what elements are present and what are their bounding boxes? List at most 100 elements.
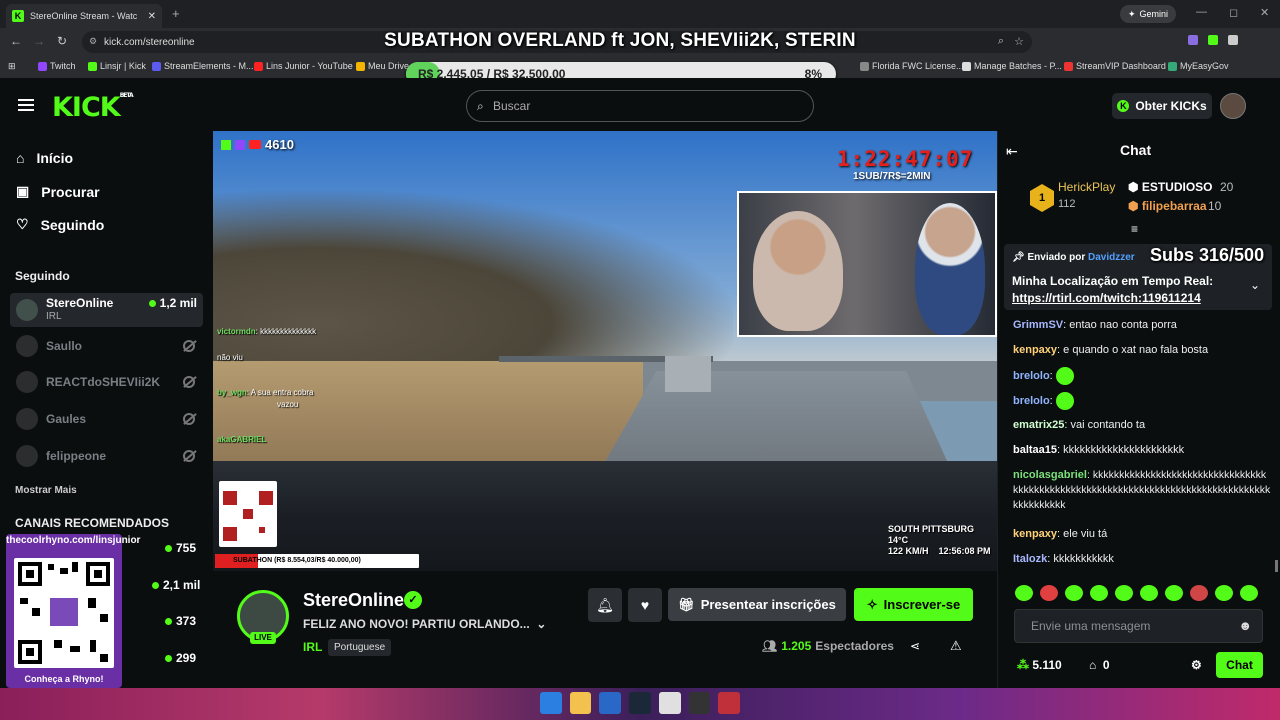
sidebar-channel-gaules[interactable]: Gaules: [10, 403, 203, 435]
windows-start-icon[interactable]: [540, 692, 562, 714]
expand-icon[interactable]: ≡: [1131, 222, 1138, 236]
window-close-icon[interactable]: ✕: [1260, 6, 1269, 19]
tab-title: StereOnline Stream - Watc: [30, 11, 138, 21]
chat-scrollbar[interactable]: [1275, 560, 1278, 572]
following-header: Seguindo: [15, 269, 70, 283]
send-chat-button[interactable]: Chat: [1216, 652, 1263, 678]
channel-points[interactable]: ⁂ 5.110: [1017, 658, 1062, 672]
bookmark-item[interactable]: Twitch: [38, 61, 76, 71]
leader-value: 112: [1058, 198, 1076, 210]
reload-icon[interactable]: ↻: [57, 34, 67, 48]
channel-name: StereOnline: [46, 296, 114, 310]
emote-icon[interactable]: [1065, 585, 1083, 601]
leader-entry[interactable]: ⬢ ESTUDIOSO: [1128, 180, 1213, 194]
show-more-link[interactable]: Mostrar Mais: [15, 485, 77, 496]
location-speed-time: 122 KM/H 12:56:08 PM: [888, 546, 991, 556]
video-player[interactable]: 4610 1:22:47:07 1SUB/7R$=2MIN victormdn:…: [213, 131, 997, 571]
sidebar-channel-saullo[interactable]: Saullo: [10, 330, 203, 362]
recommended-viewers[interactable]: 299: [165, 651, 196, 665]
emote-icon[interactable]: [1040, 585, 1058, 601]
get-kicks-button[interactable]: K Obter KICKs: [1112, 93, 1212, 119]
minimize-icon[interactable]: —: [1196, 6, 1207, 18]
browser-tab[interactable]: K StereOnline Stream - Watc ✕: [6, 4, 162, 28]
notification-bell-button[interactable]: 🔔︎: [588, 588, 622, 622]
steam-icon[interactable]: [629, 692, 651, 714]
maximize-icon[interactable]: ◻: [1229, 6, 1238, 19]
close-icon[interactable]: ✕: [148, 11, 156, 22]
multiplatform-viewers: 4610: [221, 137, 294, 152]
bookmark-item[interactable]: StreamVIP Dashboard: [1064, 61, 1166, 71]
nav-following[interactable]: ♡ Seguindo: [16, 216, 104, 233]
bookmark-item[interactable]: Manage Batches - P...: [962, 61, 1062, 71]
chrome-icon[interactable]: [658, 692, 681, 714]
forward-icon[interactable]: →: [33, 34, 45, 48]
sidebar-channel-felippeone[interactable]: felippeone: [10, 440, 203, 472]
nav-browse[interactable]: ▣ Procurar: [16, 183, 100, 200]
stream-language-tag[interactable]: Portuguese: [328, 639, 392, 656]
subscribe-button[interactable]: ✧ Inscrever-se: [854, 588, 973, 621]
emote-icon[interactable]: [1165, 585, 1183, 601]
channel-category: IRL: [46, 311, 62, 322]
obs-icon[interactable]: [688, 692, 711, 714]
extension-icons[interactable]: [1188, 35, 1258, 49]
mail-icon[interactable]: [599, 692, 622, 714]
emote-icon[interactable]: [1015, 585, 1033, 601]
new-tab-icon[interactable]: +: [172, 6, 180, 21]
search-input[interactable]: ⌕ Buscar: [466, 90, 814, 122]
app-icon[interactable]: [718, 692, 741, 714]
sponsor-qr-widget: thecoolrhyno.com/linsjunior Conheça a Rh…: [6, 534, 140, 688]
chat-input[interactable]: Envie uma mensagem ☻: [1014, 609, 1263, 643]
bookmark-star-icon[interactable]: ☆: [1014, 35, 1024, 48]
sidebar-channel-reactdoshevii2k[interactable]: REACTdoSHEVIii2K: [10, 366, 203, 398]
emote-icon[interactable]: [1240, 585, 1258, 601]
emote-icon[interactable]: [1215, 585, 1233, 601]
store-button[interactable]: ⌂ 0: [1089, 658, 1110, 672]
gemini-button[interactable]: ✦ Gemini: [1120, 5, 1177, 23]
emote-icon[interactable]: [1090, 585, 1108, 601]
zoom-icon[interactable]: ⌕: [998, 35, 1004, 48]
emote-icon[interactable]: [1115, 585, 1133, 601]
share-icon[interactable]: ⋖: [910, 639, 920, 653]
user-avatar[interactable]: [1220, 93, 1246, 119]
subathon-timer: 1:22:47:07: [837, 147, 974, 171]
location-overlay: SOUTH PITTSBURG 14°C 122 KM/H 12:56:08 P…: [888, 524, 991, 557]
donation-qr-icon: [219, 481, 277, 547]
bookmark-item[interactable]: Lins Junior - YouTube: [254, 61, 353, 71]
bookmark-item[interactable]: Linsjr | Kick: [88, 61, 146, 71]
recommended-viewers[interactable]: 2,1 mil: [152, 578, 200, 592]
bookmark-item[interactable]: Meu Drive: [356, 61, 409, 71]
chevron-down-icon[interactable]: ⌄: [1250, 278, 1260, 292]
back-icon[interactable]: ←: [10, 34, 22, 48]
emoji-icon[interactable]: ☻: [1238, 618, 1252, 633]
stream-category[interactable]: IRL: [303, 640, 322, 654]
site-info-icon[interactable]: ⚙: [89, 36, 97, 47]
viewer-badge: 4610: [265, 137, 294, 152]
apps-icon[interactable]: ⊞: [8, 61, 16, 72]
bookmark-item[interactable]: MyEasyGov: [1168, 61, 1229, 71]
chevron-down-icon[interactable]: ⌄: [536, 617, 546, 631]
sidebar-channel-stereonline[interactable]: StereOnline IRL 1,2 mil: [10, 293, 203, 327]
offline-icon: [183, 376, 195, 388]
report-icon[interactable]: ⚠: [950, 638, 962, 654]
leader-entry[interactable]: ⬢ filipebarraa: [1128, 199, 1207, 213]
emote-icon[interactable]: [1140, 585, 1158, 601]
kick-logo[interactable]: KICKBETA: [52, 92, 134, 123]
collapse-chat-icon[interactable]: ⇤: [1006, 143, 1018, 160]
recommended-viewers[interactable]: 373: [165, 614, 196, 628]
leader-name[interactable]: HerickPlay: [1058, 180, 1115, 194]
bookmark-item[interactable]: Florida FWC License...: [860, 61, 964, 71]
gift-leaderboard: 1 HerickPlay 112 ⬢ ESTUDIOSO 20 ⬢ filipe…: [1030, 180, 1275, 220]
channel-name: Saullo: [46, 339, 83, 353]
pinned-link[interactable]: https://rtirl.com/twitch:119611214: [1012, 291, 1201, 305]
menu-icon[interactable]: [18, 99, 34, 101]
gift-subs-button[interactable]: 🎁︎ Presentear inscrições: [668, 588, 846, 621]
settings-gear-icon[interactable]: ⚙: [1191, 658, 1202, 672]
bookmark-item[interactable]: StreamElements - M...: [152, 61, 254, 71]
file-explorer-icon[interactable]: [569, 692, 592, 714]
pinned-user[interactable]: Davidzzer: [1088, 252, 1135, 263]
nav-home[interactable]: ⌂ Início: [16, 150, 73, 166]
follow-button[interactable]: ♥: [628, 588, 662, 622]
channel-name[interactable]: StereOnline: [303, 590, 404, 611]
recommended-viewers[interactable]: 755: [165, 541, 196, 555]
emote-icon[interactable]: [1190, 585, 1208, 601]
